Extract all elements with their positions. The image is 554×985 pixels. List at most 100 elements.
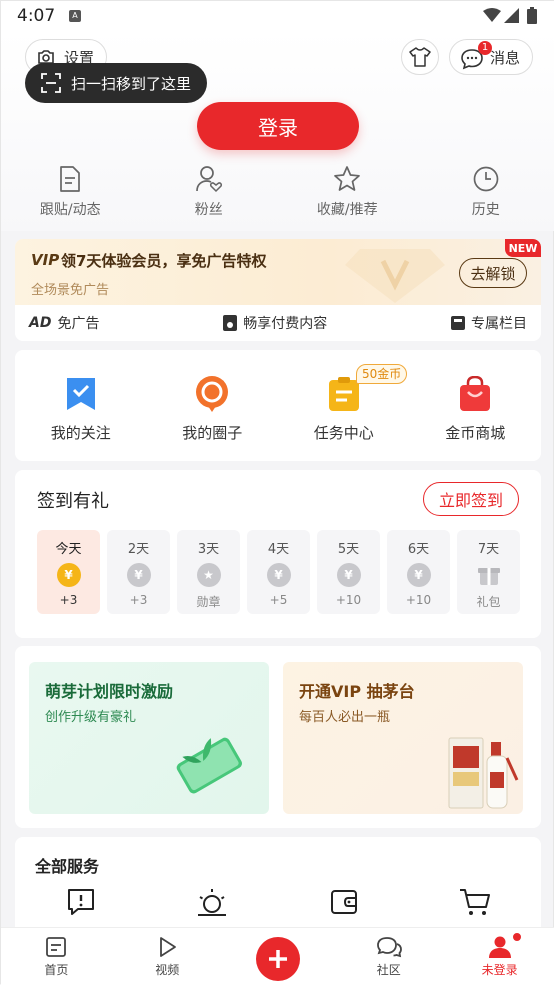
profile-dot (512, 932, 522, 942)
tab-profile[interactable]: 未登录 (444, 928, 554, 985)
shortcut-label: 我的关注 (51, 422, 111, 443)
day-reward: +3 (60, 593, 78, 607)
services-title: 全部服务 (35, 853, 99, 877)
shortcut-label: 我的圈子 (182, 422, 242, 443)
messages-button[interactable]: 1 消息 (449, 39, 533, 75)
vip-feature-label: 专属栏目 (471, 313, 527, 333)
day-reward: +10 (336, 593, 361, 607)
service-theme[interactable] (147, 887, 279, 919)
status-time: 4:07 (17, 6, 55, 26)
shortcut-task-center[interactable]: 50金币 任务中心 (278, 350, 410, 461)
day-label: 今天 (55, 538, 81, 557)
day-reward: 礼包 (476, 593, 500, 610)
clock-icon (472, 165, 500, 193)
quick-link-label: 历史 (472, 199, 500, 219)
unlock-button[interactable]: 去解锁 (459, 258, 527, 288)
quick-link-label: 收藏/推荐 (317, 199, 378, 219)
promo-sprout-plan[interactable]: 萌芽计划限时激励 创作升级有豪礼 (29, 662, 269, 814)
day-reward: +3 (130, 593, 148, 607)
bottom-tab-bar: 首页 视频 社区 未登录 (1, 927, 554, 985)
vip-title: 领7天体验会员，享免广告特权 (61, 250, 266, 271)
quick-link-label: 跟贴/动态 (40, 199, 101, 219)
shortcut-circles[interactable]: 我的圈子 (147, 350, 279, 461)
service-wallet[interactable] (278, 887, 410, 919)
tab-home[interactable]: 首页 (1, 928, 112, 985)
vip-feature-paid-content[interactable]: 畅享付费内容 (223, 313, 327, 333)
liquor-bottle-icon (443, 728, 523, 812)
coin-icon: ¥ (57, 563, 81, 587)
signin-day[interactable]: 2天 ¥ +3 (107, 530, 170, 614)
shortcut-coin-mall[interactable]: 金币商城 (410, 350, 542, 461)
coin-icon: ¥ (407, 563, 431, 587)
community-icon (376, 936, 402, 958)
notification-icon: A (69, 10, 81, 22)
vip-logo: VIP (31, 251, 59, 269)
signin-day[interactable]: 6天 ¥ +10 (387, 530, 450, 614)
vip-subtitle: 全场景免广告 (31, 279, 109, 298)
phone-sprout-icon (159, 730, 259, 810)
signin-day[interactable]: 4天 ¥ +5 (247, 530, 310, 614)
paid-content-icon (223, 315, 237, 331)
promo-subtitle: 每百人必出一瓶 (299, 706, 390, 725)
vip-watermark-icon (335, 243, 455, 305)
promo-title: 萌芽计划限时激励 (45, 678, 173, 702)
quick-link-label: 粉丝 (195, 199, 223, 219)
signin-day[interactable]: 5天 ¥ +10 (317, 530, 380, 614)
vip-feature-no-ads[interactable]: AD 免广告 (29, 313, 99, 333)
user-icon (488, 936, 512, 958)
day-reward: +10 (406, 593, 431, 607)
quick-link-favorites[interactable]: 收藏/推荐 (278, 165, 417, 219)
tab-label: 社区 (377, 961, 401, 978)
coin-icon: ¥ (127, 563, 151, 587)
shortcut-following[interactable]: 我的关注 (15, 350, 147, 461)
signin-day[interactable]: 3天 ★ 勋章 (177, 530, 240, 614)
tab-video[interactable]: 视频 (112, 928, 223, 985)
vip-feature-label: 畅享付费内容 (243, 313, 327, 333)
quick-link-comments[interactable]: 跟贴/动态 (1, 165, 140, 219)
ad-icon: AD (29, 315, 51, 331)
login-button[interactable]: 登录 (197, 102, 359, 150)
signin-button[interactable]: 立即签到 (423, 482, 519, 516)
star-icon (333, 165, 361, 193)
quick-link-history[interactable]: 历史 (417, 165, 554, 219)
signin-card: 签到有礼 立即签到 今天 ¥ +3 2天 ¥ +3 3天 ★ 勋章 4天 ¥ +… (15, 470, 541, 638)
quick-links: 跟贴/动态 粉丝 收藏/推荐 历史 (1, 165, 554, 219)
shortcut-label: 金币商城 (445, 422, 505, 443)
home-icon (45, 936, 67, 958)
promo-card: 萌芽计划限时激励 创作升级有豪礼 开通VIP 抽茅台 每百人必出一瓶 (15, 646, 541, 828)
tab-label: 未登录 (482, 961, 518, 978)
theme-button[interactable] (401, 39, 439, 75)
circle-chat-icon (194, 376, 230, 412)
promo-vip-moutai[interactable]: 开通VIP 抽茅台 每百人必出一瓶 (283, 662, 523, 814)
medal-icon: ★ (197, 563, 221, 587)
signin-day[interactable]: 今天 ¥ +3 (37, 530, 100, 614)
shortcut-label: 任务中心 (314, 422, 374, 443)
tab-community[interactable]: 社区 (333, 928, 444, 985)
publish-button[interactable] (256, 937, 300, 981)
play-icon (156, 936, 178, 958)
vip-feature-column[interactable]: 专属栏目 (451, 313, 527, 333)
service-cart[interactable] (410, 887, 542, 919)
signin-title: 签到有礼 (37, 487, 109, 513)
sun-icon (196, 887, 228, 919)
wallet-icon (329, 887, 359, 917)
signin-day[interactable]: 7天 礼包 (457, 530, 520, 614)
shortcuts-card: 我的关注 我的圈子 50金币 任务中心 金币商城 (15, 350, 541, 461)
gift-icon (477, 563, 501, 587)
messages-label: 消息 (490, 47, 520, 68)
coin-tag: 50金币 (356, 364, 407, 384)
day-reward: +5 (270, 593, 288, 607)
day-label: 3天 (198, 538, 219, 557)
promo-title: 开通VIP 抽茅台 (299, 678, 415, 702)
services-row (15, 887, 541, 919)
day-reward: 勋章 (196, 593, 220, 610)
cellular-icon (504, 8, 519, 23)
vip-card[interactable]: VIP 领7天体验会员，享免广告特权 全场景免广告 去解锁 NEW AD 免广告… (15, 239, 541, 341)
service-feedback[interactable] (15, 887, 147, 919)
tab-label: 视频 (155, 961, 179, 978)
shopping-bag-icon (458, 376, 492, 412)
quick-link-fans[interactable]: 粉丝 (140, 165, 279, 219)
tab-publish[interactable] (223, 928, 334, 985)
day-label: 7天 (478, 538, 499, 557)
cart-icon (459, 887, 491, 917)
